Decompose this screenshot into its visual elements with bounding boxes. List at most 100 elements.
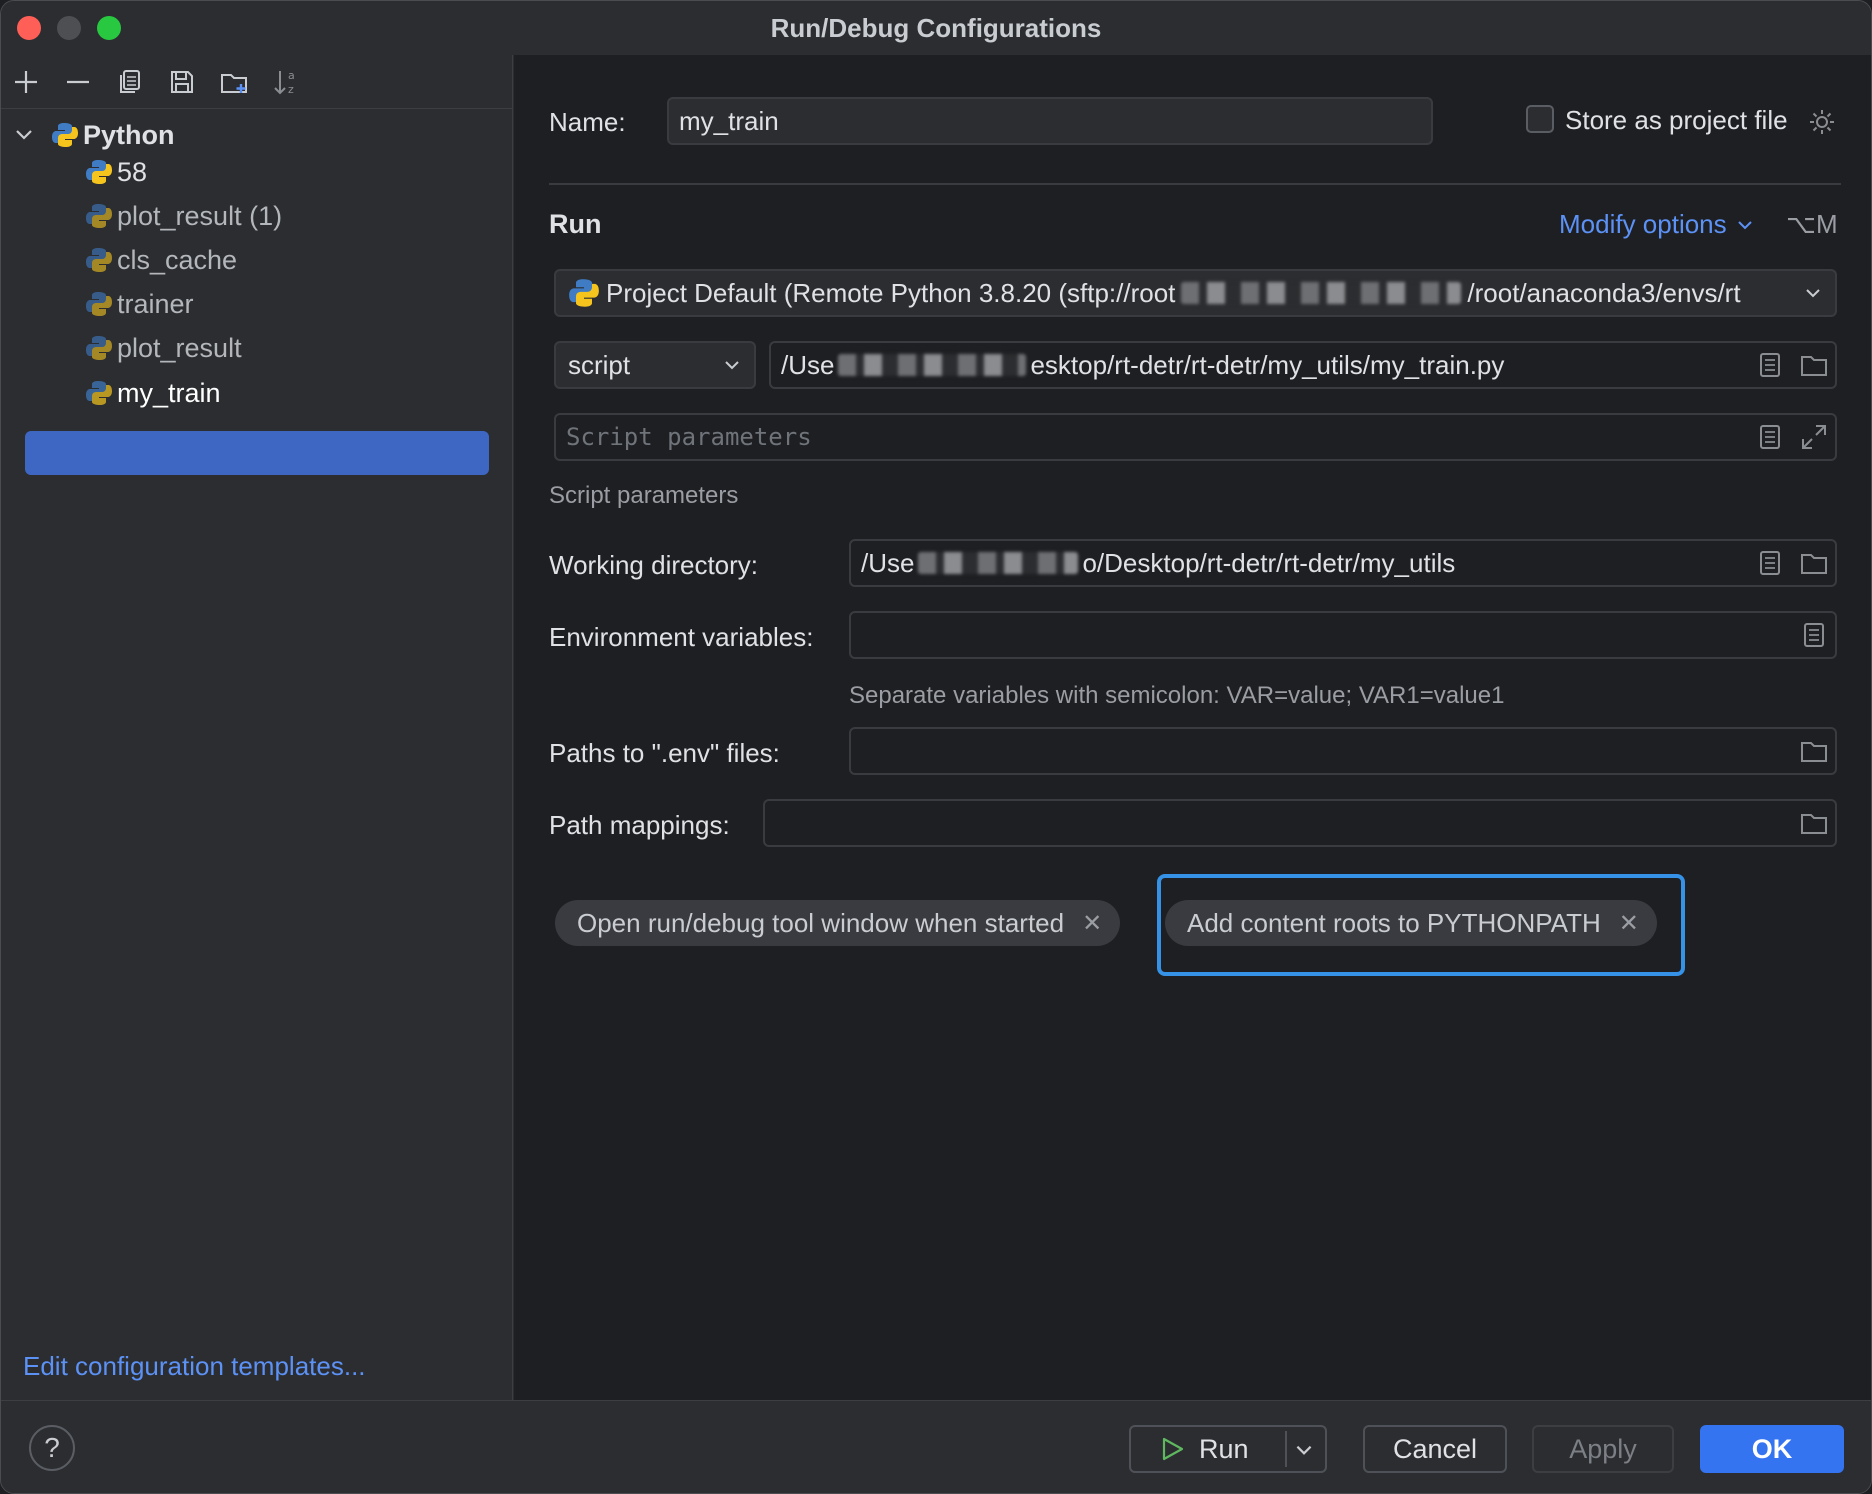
- tree-item-58[interactable]: 58: [85, 150, 147, 194]
- run-type-select[interactable]: script: [554, 341, 756, 389]
- tree-item-trainer[interactable]: trainer: [85, 282, 194, 326]
- environment-variables-label: Environment variables:: [549, 622, 814, 652]
- apply-button[interactable]: Apply: [1532, 1425, 1674, 1473]
- tree-item-label: plot_result: [117, 332, 242, 363]
- edit-text-icon[interactable]: [1755, 548, 1785, 578]
- script-parameters-hint: Script parameters: [549, 482, 739, 509]
- script-path-input[interactable]: /Use esktop/rt-detr/rt-detr/my_utils/my_…: [769, 341, 1837, 389]
- redacted-host: [1181, 282, 1462, 304]
- store-as-project-file-checkbox[interactable]: [1526, 105, 1554, 133]
- path-mappings-input[interactable]: [763, 799, 1837, 847]
- edit-text-icon[interactable]: [1755, 422, 1785, 452]
- script-parameters-input[interactable]: Script parameters: [554, 413, 1837, 461]
- modify-options-label: Modify options: [1559, 209, 1727, 239]
- working-directory-start: /Use: [861, 547, 915, 578]
- save-icon[interactable]: [165, 65, 199, 99]
- chevron-down-icon[interactable]: [1293, 1439, 1315, 1461]
- option-chip-open-tool-window[interactable]: Open run/debug tool window when started …: [555, 900, 1121, 946]
- python-icon: [86, 292, 112, 316]
- environment-variables-hint: Separate variables with semicolon: VAR=v…: [849, 682, 1505, 709]
- tree-item-label: trainer: [117, 288, 194, 319]
- python-icon: [86, 204, 112, 228]
- interpreter-label-end: /root/anaconda3/envs/rt: [1467, 277, 1741, 308]
- copy-icon[interactable]: [113, 65, 147, 99]
- environment-variables-input[interactable]: [849, 611, 1837, 659]
- name-input-value: my_train: [679, 105, 779, 136]
- name-label: Name:: [549, 107, 626, 137]
- modify-options-link[interactable]: Modify options: [1559, 209, 1755, 240]
- env-files-input[interactable]: [849, 727, 1837, 775]
- folder-icon[interactable]: [1799, 548, 1829, 578]
- edit-configuration-templates-link[interactable]: Edit configuration templates...: [23, 1351, 366, 1382]
- folder-icon[interactable]: [1799, 736, 1829, 766]
- tree-item-label: my_train: [117, 377, 221, 408]
- run-debug-configurations-dialog: Run/Debug Configurations az Python 58 pl…: [0, 0, 1872, 1494]
- interpreter-label-start: Project Default (Remote Python 3.8.20 (s…: [606, 277, 1176, 308]
- option-chip-add-content-roots[interactable]: Add content roots to PYTHONPATH ✕: [1165, 900, 1657, 946]
- name-input[interactable]: my_train: [667, 97, 1433, 145]
- chevron-down-icon: [725, 361, 739, 370]
- edit-text-icon[interactable]: [1799, 620, 1829, 650]
- tree-item-plot-result[interactable]: plot_result: [85, 326, 242, 370]
- play-icon: [1162, 1437, 1184, 1461]
- script-parameters-placeholder: Script parameters: [566, 423, 812, 451]
- section-divider: [549, 183, 1841, 185]
- script-path-start: /Use: [781, 349, 835, 380]
- ok-button-label: OK: [1751, 1433, 1793, 1464]
- cancel-button[interactable]: Cancel: [1363, 1425, 1507, 1473]
- add-icon[interactable]: [9, 65, 43, 99]
- python-icon: [86, 381, 112, 405]
- tree-item-cls-cache[interactable]: cls_cache: [85, 238, 237, 282]
- gear-icon[interactable]: [1807, 107, 1837, 137]
- sort-alphabetically-icon[interactable]: az: [269, 65, 303, 99]
- ok-button[interactable]: OK: [1700, 1425, 1844, 1473]
- dialog-button-bar: ? Run Cancel Apply OK: [1, 1400, 1871, 1493]
- chevron-down-icon: [1806, 289, 1820, 298]
- chevron-down-icon[interactable]: [13, 124, 35, 146]
- configurations-pane: az Python 58 plot_result (1) cls_cache t…: [1, 55, 513, 1400]
- working-directory-label: Working directory:: [549, 550, 759, 580]
- svg-text:a: a: [288, 69, 295, 82]
- run-button-label: Run: [1199, 1433, 1249, 1464]
- python-icon: [86, 336, 112, 360]
- edit-text-icon[interactable]: [1755, 350, 1785, 380]
- configurations-toolbar: az: [1, 55, 513, 109]
- tree-item-label: cls_cache: [117, 244, 238, 275]
- expand-icon[interactable]: [1799, 422, 1829, 452]
- redacted-user: [838, 354, 1027, 376]
- tree-item-my-train[interactable]: my_train: [85, 371, 221, 415]
- option-chip-label: Add content roots to PYTHONPATH: [1187, 907, 1601, 938]
- help-button[interactable]: ?: [29, 1425, 75, 1471]
- tree-item-label: 58: [117, 156, 148, 187]
- remove-icon[interactable]: [61, 65, 95, 99]
- window-title: Run/Debug Configurations: [770, 13, 1102, 43]
- working-directory-input[interactable]: /Use o/Desktop/rt-detr/rt-detr/my_utils: [849, 539, 1837, 587]
- run-split-divider: [1285, 1431, 1287, 1467]
- new-folder-icon[interactable]: [217, 65, 251, 99]
- tree-node-label: Python: [83, 119, 175, 150]
- interpreter-select[interactable]: Project Default (Remote Python 3.8.20 (s…: [554, 269, 1837, 317]
- chevron-down-icon: [1737, 220, 1752, 229]
- folder-icon[interactable]: [1799, 808, 1829, 838]
- help-label: ?: [44, 1432, 60, 1463]
- python-icon: [86, 248, 112, 272]
- modify-options-shortcut: ⌥M: [1786, 209, 1838, 239]
- folder-icon[interactable]: [1799, 350, 1829, 380]
- remove-option-icon[interactable]: ✕: [1619, 909, 1639, 938]
- option-chip-label: Open run/debug tool window when started: [577, 907, 1065, 938]
- apply-button-label: Apply: [1569, 1433, 1637, 1464]
- cancel-button-label: Cancel: [1392, 1433, 1478, 1464]
- tree-item-label: plot_result (1): [117, 200, 283, 231]
- python-icon: [52, 123, 78, 147]
- env-files-label: Paths to ".env" files:: [549, 738, 780, 768]
- tree-selection-highlight: [25, 431, 489, 475]
- run-section-title: Run: [549, 209, 602, 239]
- tree-item-plot-result-1[interactable]: plot_result (1): [85, 194, 282, 238]
- remote-python-interpreter-icon: [569, 279, 599, 307]
- run-type-value: script: [568, 349, 631, 380]
- store-as-project-file-label: Store as project file: [1565, 105, 1788, 135]
- working-directory-end: o/Desktop/rt-detr/rt-detr/my_utils: [1082, 547, 1456, 578]
- remove-option-icon[interactable]: ✕: [1082, 909, 1102, 938]
- svg-text:z: z: [288, 83, 294, 96]
- path-mappings-label: Path mappings:: [549, 810, 730, 840]
